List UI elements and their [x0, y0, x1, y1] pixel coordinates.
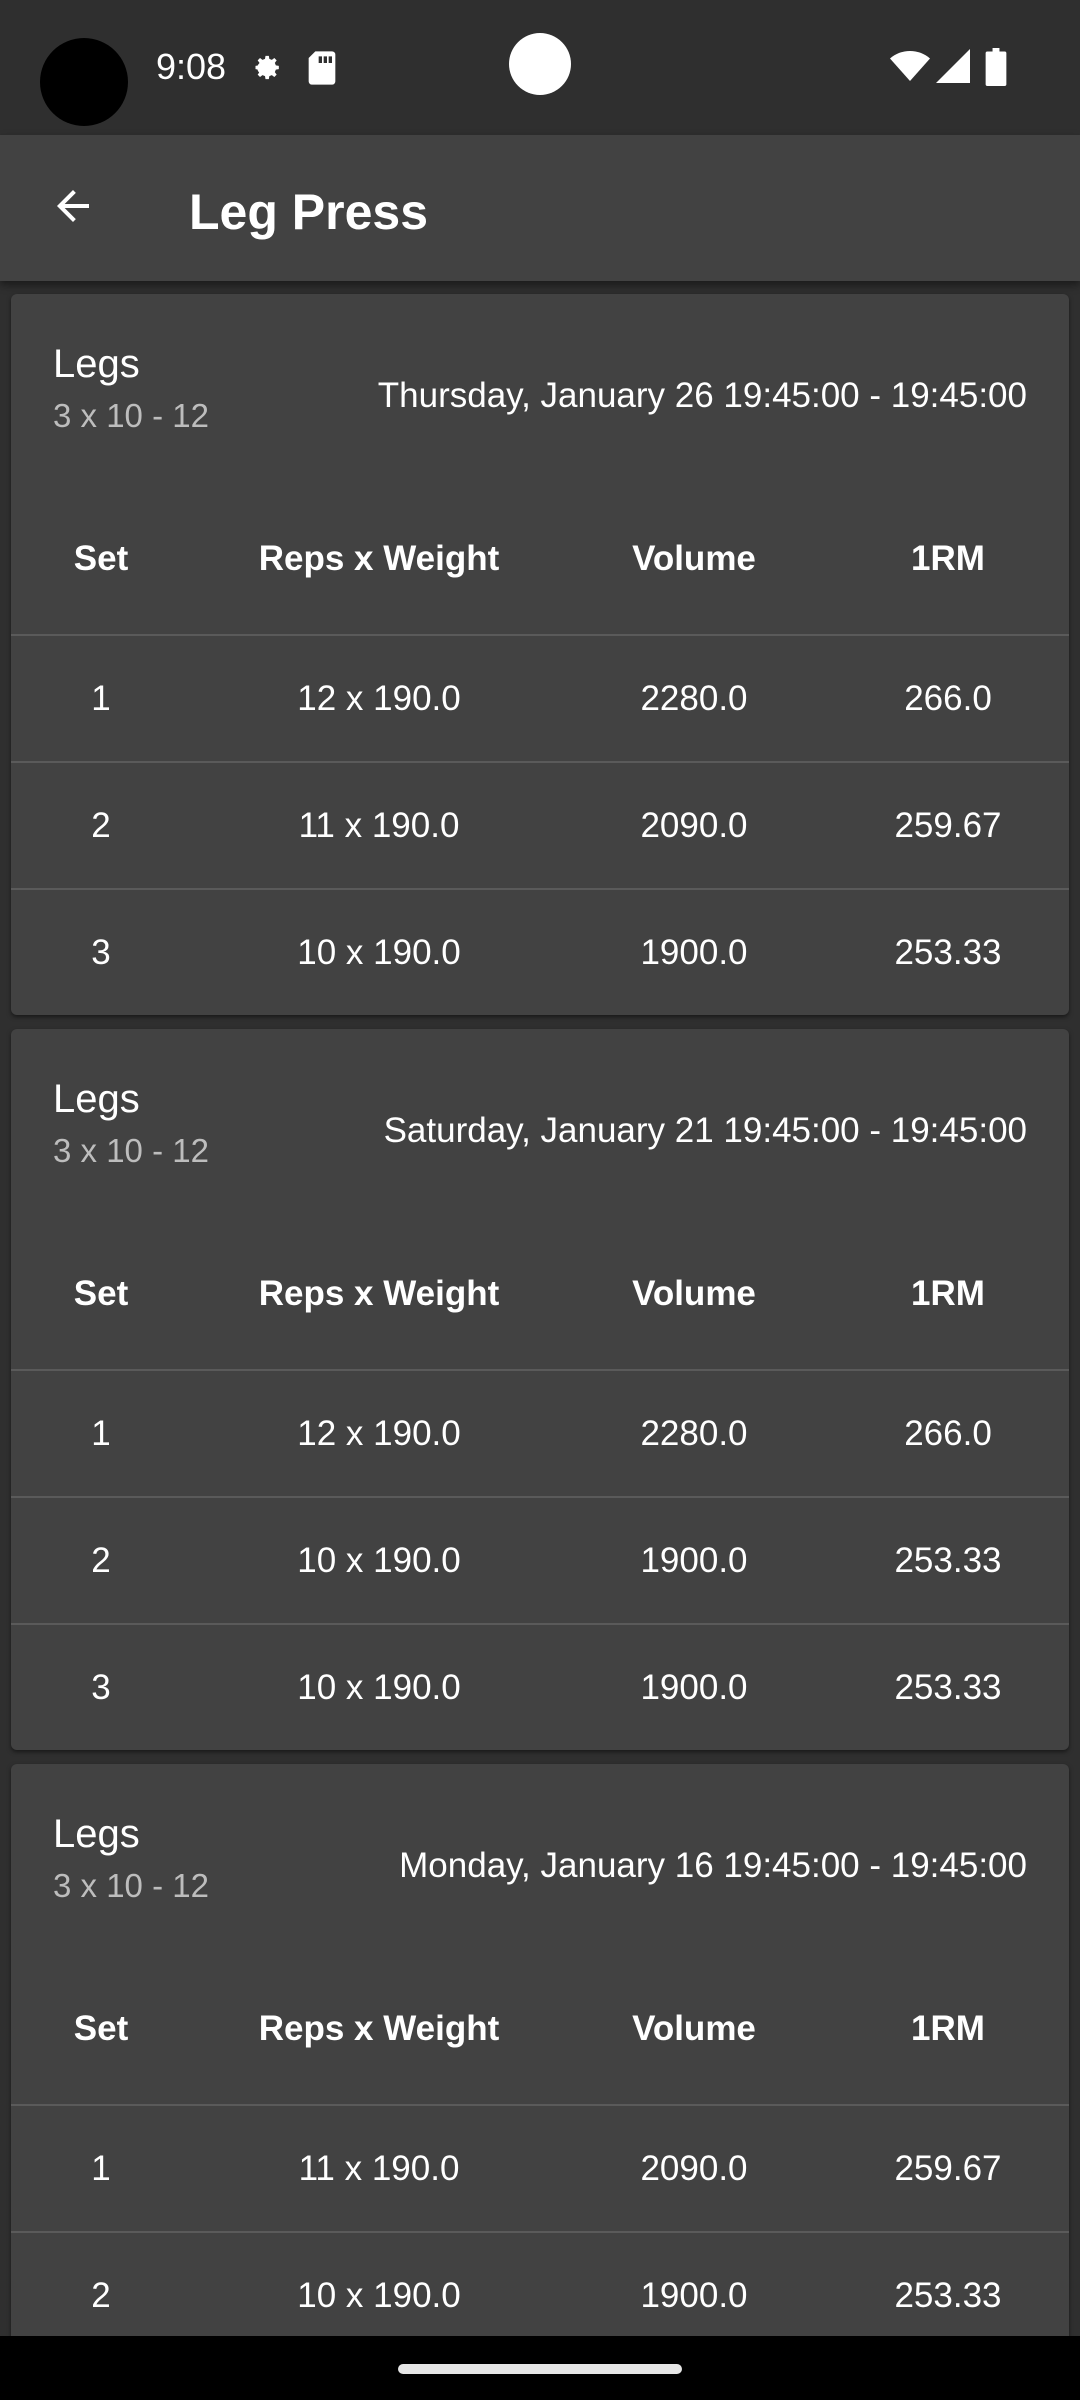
set-number: 3	[91, 1667, 111, 1707]
header-reps-weight: Reps x Weight	[258, 1274, 500, 1313]
workout-history-list[interactable]: Legs 3 x 10 - 12 Thursday, January 26 19…	[0, 281, 1080, 2336]
set-number: 1	[91, 2148, 111, 2188]
reps-weight: 10 x 190.0	[297, 2275, 461, 2315]
battery-icon	[985, 48, 1007, 91]
set-number: 2	[91, 2275, 111, 2315]
reps-weight: 11 x 190.0	[298, 805, 460, 845]
workout-scheme: 3 x 10 - 12	[53, 1867, 209, 1904]
table-row: 1 11 x 190.0 2090.0 259.67	[11, 2104, 1069, 2231]
header-volume: Volume	[632, 2009, 756, 2048]
set-number: 3	[91, 932, 111, 972]
status-bar: 9:08	[0, 0, 1080, 135]
reps-weight: 10 x 190.0	[297, 1540, 461, 1580]
workout-card-header: Legs 3 x 10 - 12 Thursday, January 26 19…	[11, 294, 1069, 484]
set-number: 2	[91, 1540, 111, 1580]
header-reps-weight: Reps x Weight	[258, 539, 500, 578]
volume: 2090.0	[640, 2148, 748, 2188]
header-1rm: 1RM	[911, 539, 985, 578]
workout-name: Legs	[53, 1077, 140, 1121]
header-set: Set	[73, 539, 129, 578]
one-rm: 266.0	[904, 678, 992, 718]
wifi-icon	[890, 48, 930, 89]
set-number: 2	[91, 805, 111, 845]
reps-weight: 12 x 190.0	[297, 678, 461, 718]
table-header-row: Set Reps x Weight Volume 1RM	[11, 484, 1069, 634]
workout-name: Legs	[53, 342, 140, 386]
workout-card-header: Legs 3 x 10 - 12 Monday, January 16 19:4…	[11, 1764, 1069, 1954]
one-rm: 253.33	[894, 1667, 1002, 1707]
one-rm: 259.67	[894, 805, 1002, 845]
header-volume: Volume	[632, 1274, 756, 1313]
app-bar: Leg Press	[0, 135, 1080, 281]
navigation-bar	[0, 2336, 1080, 2400]
table-row: 2 11 x 190.0 2090.0 259.67	[11, 761, 1069, 888]
workout-date: Thursday, January 26 19:45:00 - 19:45:00	[377, 376, 1027, 415]
set-number: 1	[91, 678, 111, 718]
arrow-back-icon	[49, 182, 97, 235]
workout-date: Saturday, January 21 19:45:00 - 19:45:00	[383, 1111, 1027, 1150]
table-row: 3 10 x 190.0 1900.0 253.33	[11, 888, 1069, 1015]
table-header-row: Set Reps x Weight Volume 1RM	[11, 1219, 1069, 1369]
workout-scheme: 3 x 10 - 12	[53, 1132, 209, 1169]
home-gesture-handle[interactable]	[398, 2364, 682, 2374]
front-camera-dot	[509, 33, 571, 95]
settings-icon	[244, 48, 284, 93]
reps-weight: 10 x 190.0	[297, 932, 461, 972]
workout-card: Legs 3 x 10 - 12 Thursday, January 26 19…	[11, 294, 1069, 1015]
one-rm: 253.33	[894, 1540, 1002, 1580]
volume: 1900.0	[640, 2275, 748, 2315]
page-title: Leg Press	[189, 184, 429, 240]
workout-scheme: 3 x 10 - 12	[53, 397, 209, 434]
table-header-row: Set Reps x Weight Volume 1RM	[11, 1954, 1069, 2104]
volume: 1900.0	[640, 932, 748, 972]
header-volume: Volume	[632, 539, 756, 578]
table-row: 2 10 x 190.0 1900.0 253.33	[11, 2231, 1069, 2336]
table-row: 1 12 x 190.0 2280.0 266.0	[11, 634, 1069, 761]
volume: 2280.0	[640, 1413, 748, 1453]
volume: 2090.0	[640, 805, 748, 845]
volume: 1900.0	[640, 1667, 748, 1707]
status-time: 9:08	[156, 46, 227, 87]
workout-card-header: Legs 3 x 10 - 12 Saturday, January 21 19…	[11, 1029, 1069, 1219]
reps-weight: 12 x 190.0	[297, 1413, 461, 1453]
one-rm: 253.33	[894, 932, 1002, 972]
header-set: Set	[73, 1274, 129, 1313]
reps-weight: 11 x 190.0	[298, 2148, 460, 2188]
table-row: 3 10 x 190.0 1900.0 253.33	[11, 1623, 1069, 1750]
workout-card: Legs 3 x 10 - 12 Saturday, January 21 19…	[11, 1029, 1069, 1750]
set-number: 1	[91, 1413, 111, 1453]
one-rm: 266.0	[904, 1413, 992, 1453]
sd-card-icon	[305, 48, 339, 93]
header-1rm: 1RM	[911, 2009, 985, 2048]
header-set: Set	[73, 2009, 129, 2048]
header-1rm: 1RM	[911, 1274, 985, 1313]
one-rm: 253.33	[894, 2275, 1002, 2315]
workout-name: Legs	[53, 1812, 140, 1856]
camera-cutout	[40, 38, 128, 126]
volume: 1900.0	[640, 1540, 748, 1580]
workout-card: Legs 3 x 10 - 12 Monday, January 16 19:4…	[11, 1764, 1069, 2336]
reps-weight: 10 x 190.0	[297, 1667, 461, 1707]
one-rm: 259.67	[894, 2148, 1002, 2188]
signal-icon	[936, 48, 970, 89]
back-button[interactable]	[36, 171, 110, 245]
volume: 2280.0	[640, 678, 748, 718]
workout-date: Monday, January 16 19:45:00 - 19:45:00	[399, 1846, 1027, 1885]
table-row: 2 10 x 190.0 1900.0 253.33	[11, 1496, 1069, 1623]
header-reps-weight: Reps x Weight	[258, 2009, 500, 2048]
table-row: 1 12 x 190.0 2280.0 266.0	[11, 1369, 1069, 1496]
